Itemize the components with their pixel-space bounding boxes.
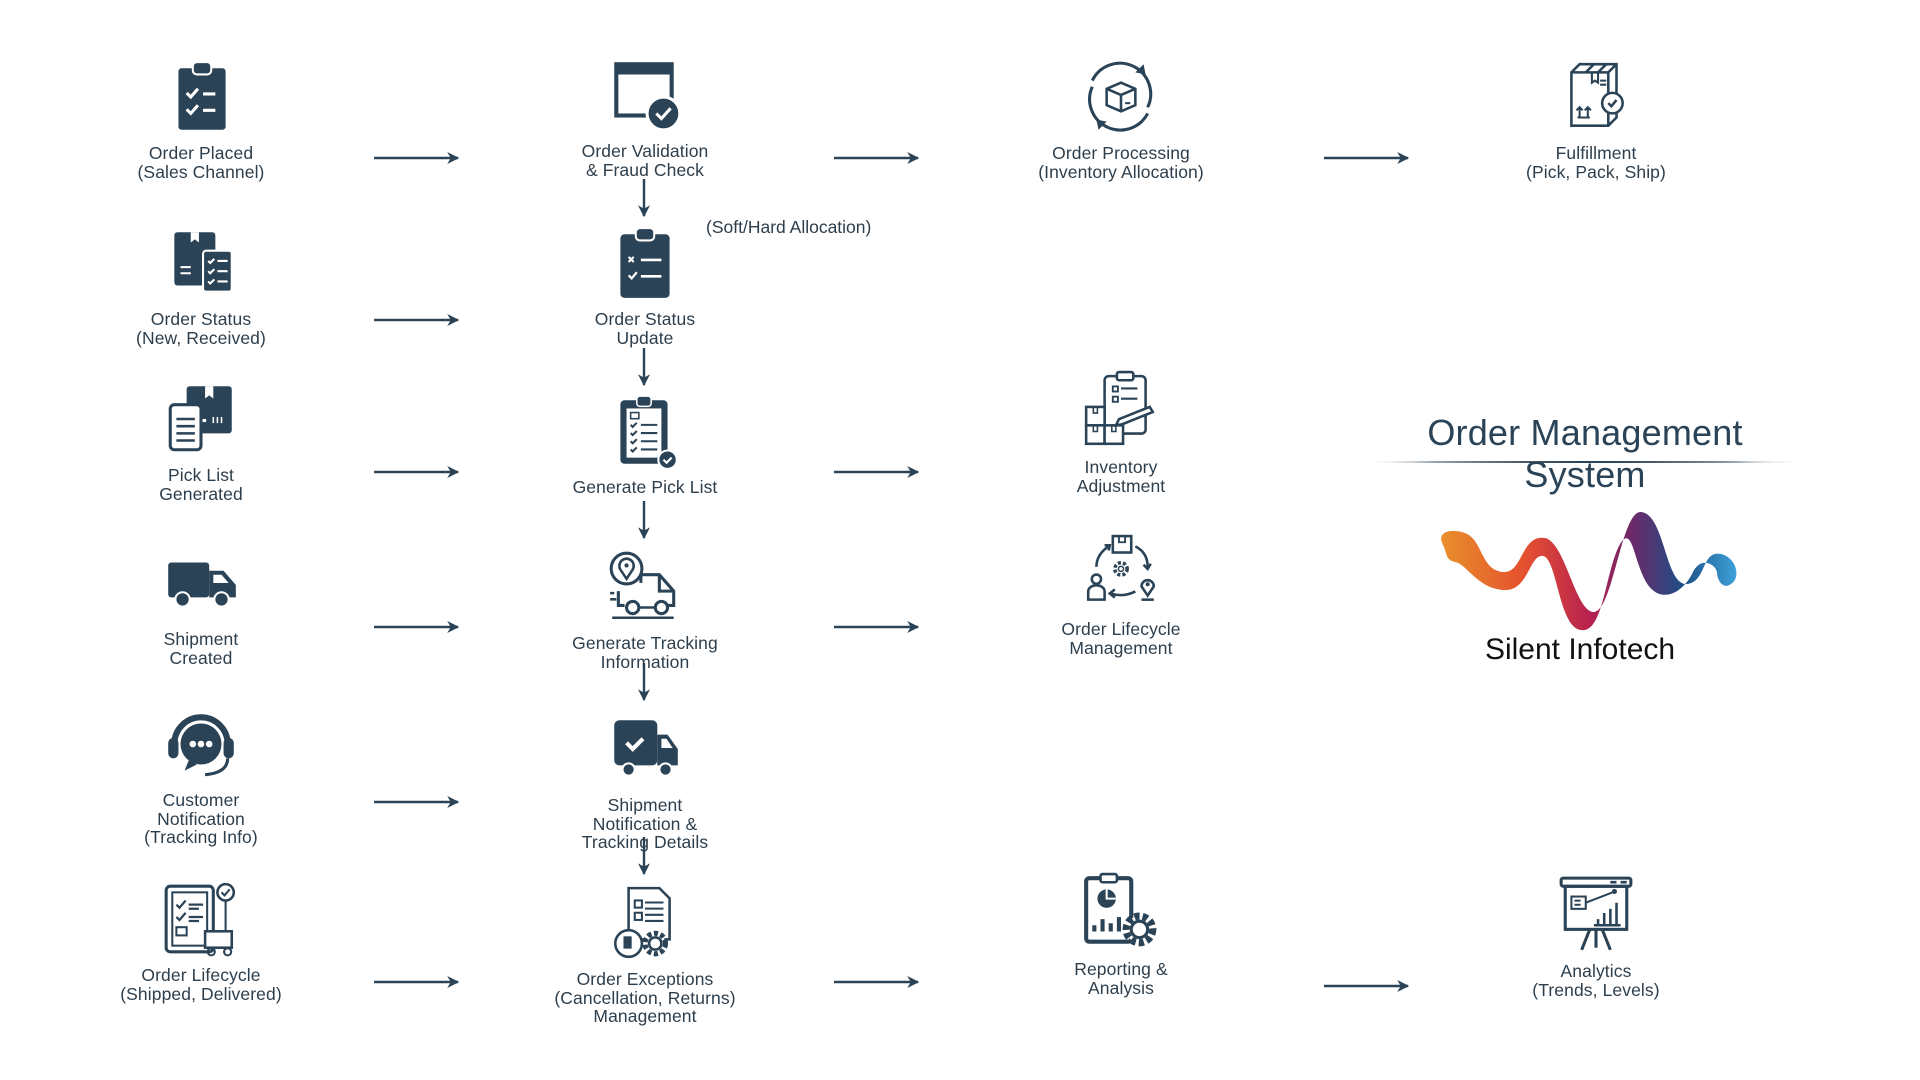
node-label: Order Placed (Sales Channel): [137, 143, 265, 182]
node-label: Order Status (New, Received): [136, 309, 266, 348]
node-label: Customer Notification (Tracking Info): [144, 790, 258, 847]
flow-arrow-down: [638, 348, 650, 387]
flow-arrow: [834, 621, 920, 633]
flow-arrow: [374, 796, 460, 808]
node-order-placed: Order Placed (Sales Channel): [71, 56, 331, 181]
box-cycle-icon: [1088, 61, 1153, 132]
node-label: Generate Tracking Information: [572, 633, 718, 672]
node-order-validation: Order Validation & Fraud Check: [515, 54, 775, 179]
clipboard-check-icon: [620, 395, 678, 470]
package-checklist-icon: [174, 232, 233, 293]
truck-check-icon: [614, 720, 678, 777]
inventory-clipboard-icon: [1084, 370, 1155, 446]
node-pick-list-generated: Pick List Generated: [71, 378, 331, 503]
node-label: Order Processing (Inventory Allocation): [1038, 143, 1204, 182]
node-shipment-created: Shipment Created: [71, 542, 331, 667]
document-gear-icon: [613, 886, 671, 959]
node-order-exceptions: Order Exceptions (Cancellation, Returns)…: [515, 882, 775, 1026]
node-reporting-analysis: Reporting & Analysis: [991, 872, 1251, 997]
node-label: Order Status Update: [594, 309, 696, 348]
flow-arrow: [374, 621, 460, 633]
flow-arrow: [374, 466, 460, 478]
node-label: Fulfillment (Pick, Pack, Ship): [1526, 143, 1666, 182]
node-analytics: Analytics (Trends, Levels): [1466, 874, 1726, 999]
presentation-chart-icon: [1559, 876, 1633, 951]
node-label: Generate Pick List: [572, 477, 718, 497]
page-title: Order Management System: [1427, 412, 1743, 495]
box-list-icon: [168, 386, 232, 452]
truck-location-icon: [609, 551, 676, 620]
node-label: Reporting & Analysis: [1074, 959, 1168, 998]
delivery-truck-icon: [168, 562, 236, 608]
package-check-icon: [1570, 62, 1624, 127]
window-check-icon: [614, 62, 682, 132]
node-label: Order Exceptions (Cancellation, Returns)…: [554, 969, 736, 1026]
node-order-lifecycle: Order Lifecycle (Shipped, Delivered): [71, 878, 331, 1003]
node-order-status-update: Order Status Update: [515, 222, 775, 347]
node-label: Analytics (Trends, Levels): [1532, 961, 1660, 1000]
node-fulfillment: Fulfillment (Pick, Pack, Ship): [1466, 56, 1726, 181]
node-order-lifecycle-management: Order Lifecycle Management: [991, 532, 1251, 657]
node-order-status: Order Status (New, Received): [71, 222, 331, 347]
flow-arrow: [374, 152, 460, 164]
node-label: Order Lifecycle (Shipped, Delivered): [120, 965, 282, 1004]
node-label: Order Lifecycle Management: [1061, 619, 1181, 658]
flow-arrow-down: [638, 179, 650, 218]
brand-name: Silent Infotech: [1484, 633, 1676, 666]
flow-arrow: [834, 152, 920, 164]
node-label: Shipment Created: [163, 629, 239, 668]
brand-logo: [1441, 511, 1737, 631]
flow-arrow: [374, 976, 460, 988]
headset-chat-icon: [168, 714, 234, 777]
node-order-processing: Order Processing (Inventory Allocation): [991, 56, 1251, 181]
node-label: Pick List Generated: [159, 465, 243, 504]
clipboard-cart-icon: [164, 882, 236, 957]
lifecycle-cycle-icon: [1086, 534, 1156, 601]
clipboard-list-icon: [620, 227, 670, 298]
flow-arrow: [834, 976, 920, 988]
node-label: Shipment Notification & Tracking Details: [581, 795, 709, 852]
flow-arrow: [1324, 152, 1410, 164]
node-shipment-notification: Shipment Notification & Tracking Details: [515, 708, 775, 852]
node-generate-tracking: Generate Tracking Information: [515, 546, 775, 671]
clipboard-checklist-icon: [178, 61, 226, 130]
node-customer-notification: Customer Notification (Tracking Info): [71, 703, 331, 847]
flow-arrow-down: [638, 501, 650, 540]
node-generate-pick-list: Generate Pick List: [515, 390, 775, 497]
flow-arrow: [1324, 980, 1410, 992]
flow-arrow: [374, 314, 460, 326]
flow-arrow: [834, 466, 920, 478]
title-divider: [1368, 461, 1800, 463]
node-label: Order Validation & Fraud Check: [581, 141, 709, 180]
report-gear-icon: [1084, 872, 1157, 947]
node-inventory-adjustment: Inventory Adjustment: [991, 370, 1251, 495]
node-label: Inventory Adjustment: [1076, 457, 1166, 496]
